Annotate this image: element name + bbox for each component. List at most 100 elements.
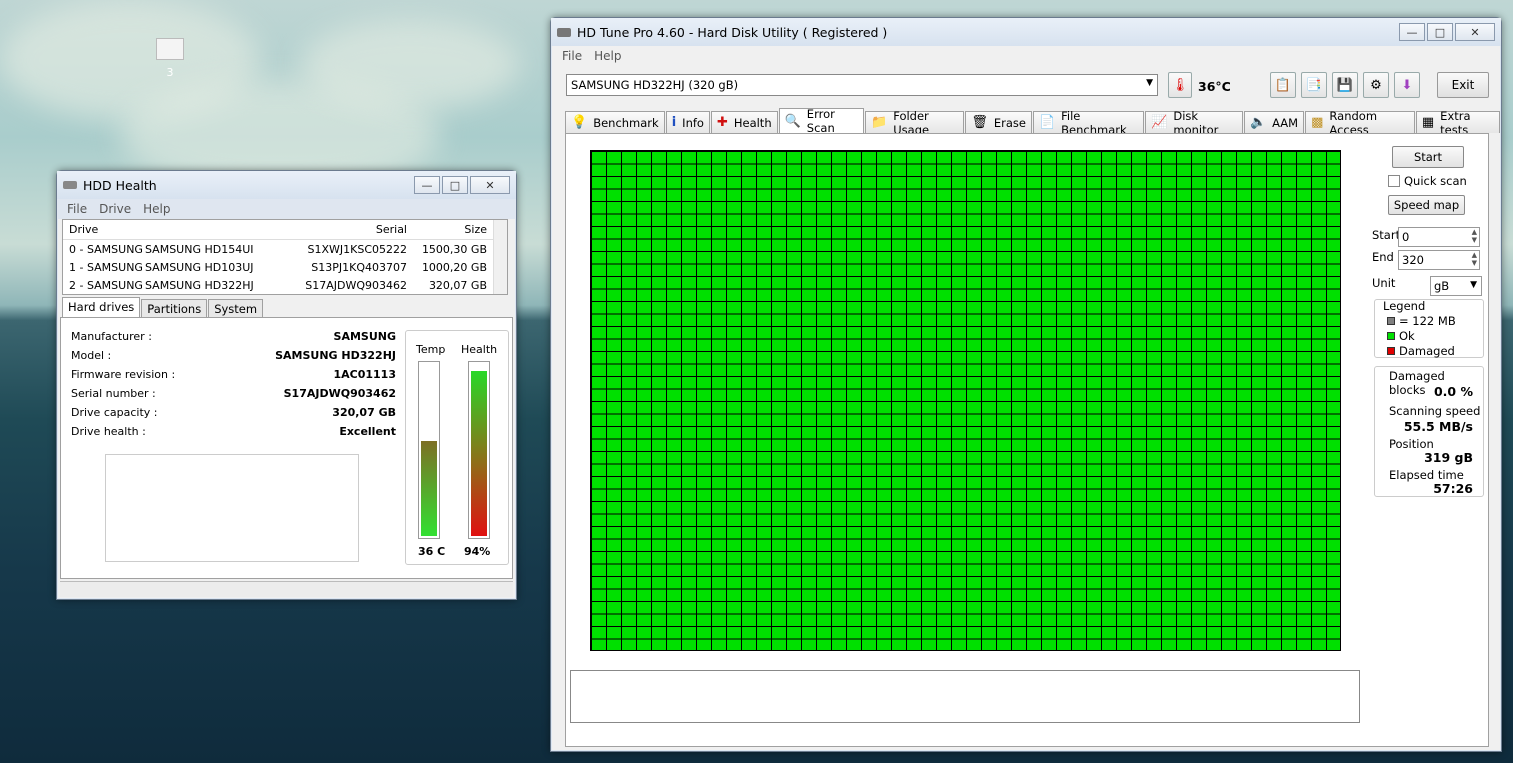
minimize-button[interactable]: —	[414, 176, 440, 194]
quick-scan-option[interactable]: Quick scan	[1388, 174, 1467, 188]
drive-list[interactable]: Drive Serial Size 0 - SAMSUNG SAMSUNG HD…	[62, 219, 508, 295]
end-input[interactable]: 320 ▲ ▼	[1398, 250, 1480, 270]
thermometer-icon: 🌡	[1168, 72, 1192, 98]
menu-file[interactable]: File	[67, 202, 87, 216]
scan-log	[570, 670, 1360, 723]
drive-row[interactable]: 0 - SAMSUNG SAMSUNG HD154UI S1XWJ1KSC052…	[63, 240, 507, 258]
position-label: Position	[1389, 437, 1434, 451]
info-health: Drive health : Excellent	[71, 425, 396, 438]
lightbulb-icon: 💡	[571, 115, 588, 130]
temperature-value: 36°C	[1198, 79, 1231, 94]
tab-disk-monitor[interactable]: 📈 Disk monitor	[1145, 109, 1243, 137]
legend-ok: Ok	[1387, 329, 1483, 343]
hdtune-titlebar[interactable]: HD Tune Pro 4.60 - Hard Disk Utility ( R…	[551, 18, 1501, 46]
spinner-arrows-icon[interactable]: ▲ ▼	[1472, 251, 1477, 267]
speed-map-button[interactable]: Speed map	[1388, 195, 1465, 215]
info-manufacturer: Manufacturer : SAMSUNG	[71, 330, 396, 343]
copy-info-icon[interactable]: 📋	[1270, 72, 1296, 98]
save-icon[interactable]: 💾	[1332, 72, 1358, 98]
disk-monitor-icon: 📈	[1151, 115, 1168, 130]
drive-size: 1500,30 GB	[421, 242, 487, 256]
drive-serial: S13PJ1KQ403707	[311, 260, 407, 274]
copy-all-icon[interactable]: 📑	[1301, 72, 1327, 98]
tab-extra-tests[interactable]: ▦ Extra tests	[1415, 109, 1501, 137]
disk-app-icon	[63, 181, 77, 189]
close-button[interactable]: ✕	[1455, 23, 1495, 41]
health-cross-icon: ✚	[716, 115, 728, 130]
drive-size: 320,07 GB	[428, 278, 487, 292]
hard-drives-panel: Manufacturer : SAMSUNG Model : SAMSUNG HD3…	[60, 317, 513, 579]
desktop-shortcut[interactable]: 3	[150, 38, 190, 79]
info-firmware: Firmware revision :1AC01113	[71, 368, 396, 381]
drive-model: SAMSUNG HD154UI	[145, 242, 254, 256]
start-label: Start	[1372, 228, 1401, 242]
tab-folder-usage[interactable]: 📁 Folder Usage	[865, 109, 965, 137]
hdtune-menubar: File Help	[552, 46, 1500, 66]
drive-list-scrollbar[interactable]	[493, 220, 507, 294]
column-drive[interactable]: Drive	[63, 223, 285, 236]
drive-model: SAMSUNG HD103UJ	[145, 260, 254, 274]
gauge-box: Temp Health 36 C 94%	[405, 330, 509, 565]
start-button[interactable]: Start	[1392, 146, 1464, 168]
drive-row[interactable]: 2 - SAMSUNG SAMSUNG HD322HJ S17AJDWQ9034…	[63, 276, 507, 294]
tab-random-access[interactable]: ▩ Random Access	[1305, 109, 1415, 137]
random-access-icon: ▩	[1311, 115, 1324, 130]
drive-serial: S1XWJ1KSC05222	[307, 242, 407, 256]
tab-file-benchmark[interactable]: 📄 File Benchmark	[1032, 109, 1145, 137]
extra-tests-icon: ▦	[1421, 115, 1435, 130]
tab-health[interactable]: ✚ Health	[710, 111, 778, 133]
quick-scan-checkbox[interactable]	[1388, 175, 1400, 187]
drive-row[interactable]: 1 - SAMSUNG SAMSUNG HD103UJ S13PJ1KQ4037…	[63, 258, 507, 276]
health-gauge	[468, 361, 490, 539]
drive-list-header: Drive Serial Size	[63, 220, 507, 240]
drive-id: 0 - SAMSUNG	[69, 242, 143, 256]
unit-label: Unit	[1372, 276, 1396, 290]
maximize-button[interactable]: □	[442, 176, 468, 194]
spinner-arrows-icon[interactable]: ▲ ▼	[1472, 228, 1477, 244]
scanning-speed-label: Scanning speed	[1389, 404, 1481, 418]
maximize-button[interactable]: □	[1427, 23, 1453, 41]
damaged-blocks-value: 0.0 %	[1433, 384, 1473, 399]
speaker-icon: 🔈	[1249, 115, 1267, 130]
menu-drive[interactable]: Drive	[99, 202, 131, 216]
menu-help[interactable]: Help	[143, 202, 170, 216]
hdd-health-menubar: File Drive Help	[57, 199, 516, 219]
end-label: End	[1372, 250, 1394, 264]
hdd-health-titlebar[interactable]: HDD Health — □ ✕	[57, 171, 516, 199]
column-serial[interactable]: Serial	[285, 223, 407, 236]
start-input[interactable]: 0 ▲ ▼	[1398, 227, 1480, 247]
tab-error-scan[interactable]: 🔍 Error Scan	[778, 107, 865, 135]
desktop-shortcut-label: 3	[166, 66, 174, 79]
drive-size: 1000,20 GB	[421, 260, 487, 274]
column-size[interactable]: Size	[407, 223, 487, 236]
file-icon	[156, 38, 184, 60]
health-value: 94%	[464, 545, 491, 558]
position-value: 319 gB	[1424, 450, 1473, 465]
exit-button[interactable]: Exit	[1437, 72, 1489, 98]
quick-scan-label: Quick scan	[1404, 174, 1467, 188]
drive-select[interactable]: SAMSUNG HD322HJ (320 gB) ▼	[566, 74, 1158, 96]
menu-help[interactable]: Help	[594, 49, 621, 63]
health-label: Health	[461, 343, 498, 356]
tab-info[interactable]: i Info	[665, 111, 710, 133]
unit-select[interactable]: gB ▼	[1430, 276, 1482, 296]
tab-aam[interactable]: 🔈 AAM	[1243, 111, 1305, 133]
temp-label: Temp	[416, 343, 446, 356]
download-icon[interactable]: ⬇	[1394, 72, 1420, 98]
close-button[interactable]: ✕	[470, 176, 510, 194]
folder-icon: 📁	[871, 115, 888, 130]
hdtune-title: HD Tune Pro 4.60 - Hard Disk Utility ( R…	[577, 24, 888, 40]
tab-hard-drives[interactable]: Hard drives	[62, 297, 141, 318]
tab-benchmark[interactable]: 💡 Benchmark	[565, 111, 665, 133]
legend-block: = 122 MB	[1387, 314, 1483, 328]
hdtune-window: HD Tune Pro 4.60 - Hard Disk Utility ( R…	[550, 17, 1502, 752]
hdd-health-title: HDD Health	[83, 177, 157, 193]
file-benchmark-icon: 📄	[1038, 115, 1056, 130]
status-bar	[60, 581, 513, 597]
options-icon[interactable]: ⚙	[1363, 72, 1389, 98]
menu-file[interactable]: File	[562, 49, 582, 63]
minimize-button[interactable]: —	[1399, 23, 1425, 41]
tab-erase[interactable]: 🗑 Erase	[965, 111, 1032, 133]
scanning-speed-value: 55.5 MB/s	[1403, 419, 1473, 434]
chevron-down-icon: ▼	[1146, 78, 1153, 88]
